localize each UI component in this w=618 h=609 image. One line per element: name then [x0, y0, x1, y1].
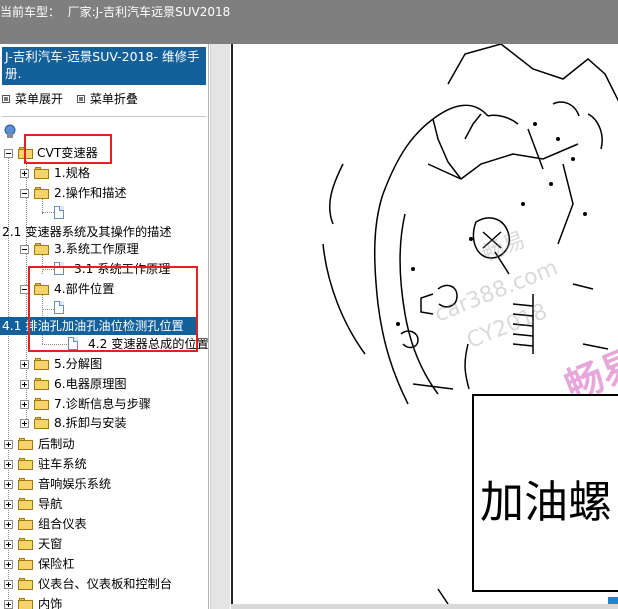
folder-icon — [34, 167, 50, 179]
expand-toggle-icon[interactable] — [4, 540, 13, 549]
folder-icon — [18, 538, 34, 550]
expand-toggle-icon[interactable] — [20, 419, 29, 428]
expand-icon[interactable] — [2, 95, 10, 103]
tree-item-label[interactable]: 3.系统工作原理 — [54, 240, 139, 258]
folder-icon — [18, 578, 34, 590]
tree-item-label[interactable]: 6.电器原理图 — [54, 375, 127, 393]
divider — [2, 116, 206, 117]
annotation-box — [24, 134, 112, 164]
folder-icon — [34, 398, 50, 410]
tree-item-label[interactable]: 2.1 变速器系统及其操作的描述 — [2, 223, 172, 241]
document-icon[interactable] — [54, 206, 64, 219]
folder-icon — [34, 358, 50, 370]
title-bar: 当前车型： 厂家:J-吉利汽车远景SUV2018 — [0, 0, 618, 44]
tree-item-label[interactable]: 仪表台、仪表板和控制台 — [38, 575, 172, 593]
folder-icon — [18, 438, 34, 450]
menu-controls: 菜单展开 菜单折叠 — [2, 90, 138, 107]
tree-item-label[interactable]: 5.分解图 — [54, 355, 102, 373]
expand-toggle-icon[interactable] — [4, 580, 13, 589]
splitter[interactable] — [210, 44, 230, 609]
annotation-box — [28, 266, 198, 352]
tree-item-label[interactable]: 8.拆卸与安装 — [54, 414, 127, 432]
expand-toggle-icon[interactable] — [20, 169, 29, 178]
expand-menu-button[interactable]: 菜单展开 — [15, 90, 63, 107]
bulb-icon — [4, 124, 16, 138]
horizontal-scrollbar[interactable] — [231, 604, 618, 609]
folder-icon — [18, 558, 34, 570]
expand-toggle-icon[interactable] — [4, 600, 13, 609]
expand-toggle-icon[interactable] — [20, 380, 29, 389]
collapse-icon[interactable] — [76, 95, 85, 103]
expand-toggle-icon[interactable] — [4, 440, 13, 449]
tree-item-label[interactable]: 内饰 — [38, 595, 62, 609]
folder-open-icon — [34, 187, 50, 199]
expand-toggle-icon[interactable] — [4, 520, 13, 529]
callout-box: 加油螺 — [472, 394, 618, 592]
expand-toggle-icon[interactable] — [4, 500, 13, 509]
tree-line — [42, 212, 54, 213]
collapse-toggle-icon[interactable] — [4, 149, 13, 158]
folder-icon — [18, 478, 34, 490]
folder-icon — [18, 518, 34, 530]
folder-open-icon — [34, 243, 50, 255]
tree-item-label[interactable]: 驻车系统 — [38, 455, 87, 473]
tree-item-label[interactable]: 2.操作和描述 — [54, 184, 127, 202]
tree-item-label[interactable]: 7.诊断信息与步骤 — [54, 395, 151, 413]
tree-item-label[interactable]: 音响娱乐系统 — [38, 475, 111, 493]
folder-icon — [18, 458, 34, 470]
tree-item-label[interactable]: 天窗 — [38, 535, 62, 553]
expand-toggle-icon[interactable] — [4, 460, 13, 469]
diagram-viewer: 畅易 car388.com CY2018 畅易 加油螺 — [231, 44, 618, 609]
navigation-sidebar: J-吉利汽车-远景SUV-2018- 维修手册. 菜单展开 菜单折叠 CVT变速… — [0, 44, 209, 609]
folder-icon — [18, 498, 34, 510]
expand-toggle-icon[interactable] — [20, 360, 29, 369]
folder-icon — [34, 378, 50, 390]
manual-header: J-吉利汽车-远景SUV-2018- 维修手册. — [2, 47, 206, 85]
folder-icon — [18, 598, 34, 609]
tree-item-label[interactable]: 组合仪表 — [38, 515, 87, 533]
expand-toggle-icon[interactable] — [4, 480, 13, 489]
collapse-toggle-icon[interactable] — [20, 245, 29, 254]
collapse-toggle-icon[interactable] — [20, 189, 29, 198]
tree-item-label[interactable]: 导航 — [38, 495, 62, 513]
window-title: 当前车型： 厂家:J-吉利汽车远景SUV2018 — [0, 5, 231, 19]
tree-item-label[interactable]: 保险杠 — [38, 555, 75, 573]
folder-icon — [34, 417, 50, 429]
expand-toggle-icon[interactable] — [20, 400, 29, 409]
tree-item-label[interactable]: 1.规格 — [54, 164, 90, 182]
callout-text: 加油螺 — [480, 477, 612, 528]
expand-toggle-icon[interactable] — [4, 560, 13, 569]
tree-item-label[interactable]: 后制动 — [38, 435, 75, 453]
collapse-menu-button[interactable]: 菜单折叠 — [90, 90, 138, 107]
